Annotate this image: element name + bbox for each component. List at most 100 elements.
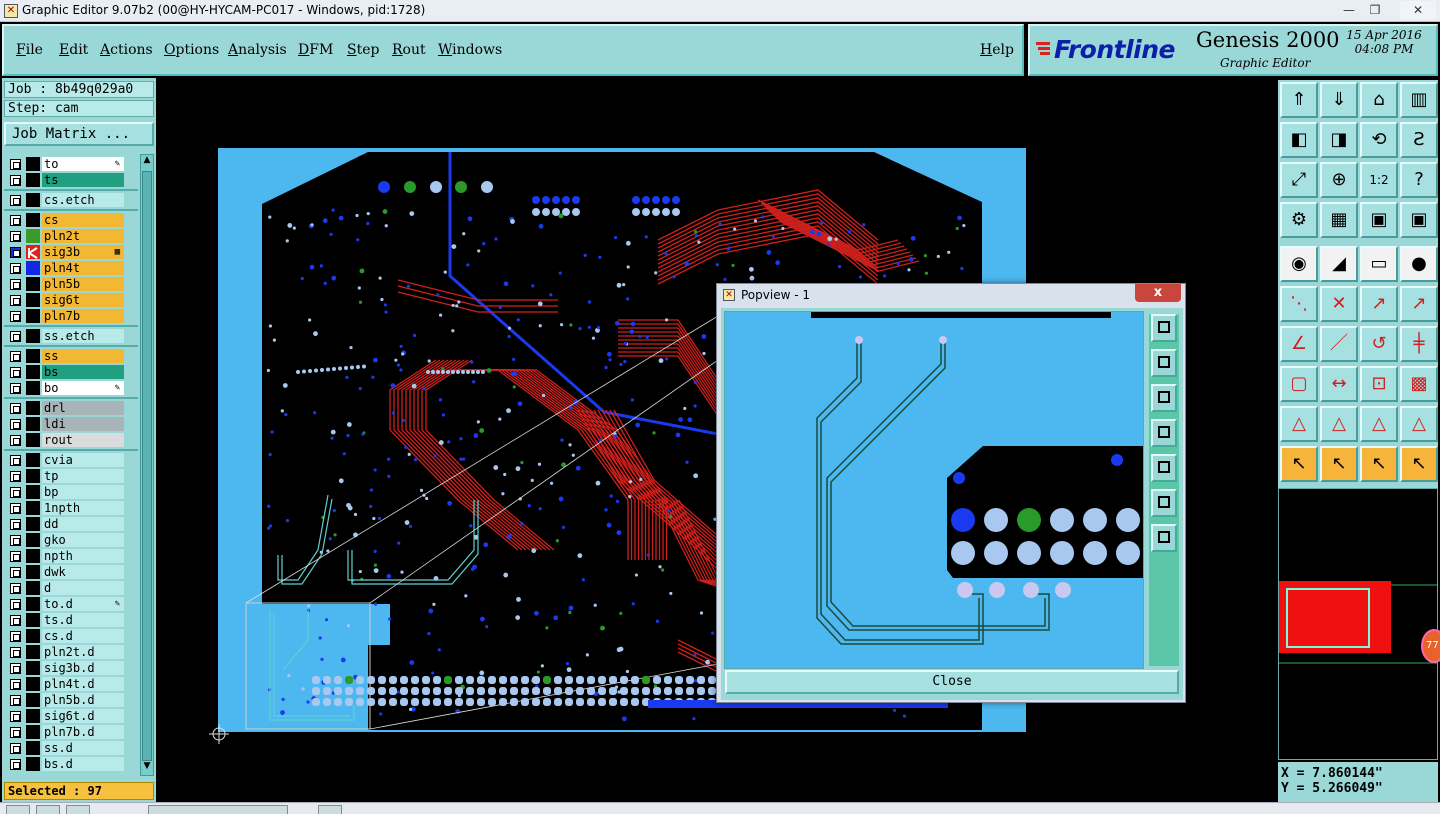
move-node-button[interactable]: ↗	[1360, 286, 1398, 322]
menu-help[interactable]: Help	[980, 42, 1014, 58]
layer-name[interactable]: pln4t.d	[42, 677, 124, 691]
layer-checkbox[interactable]	[10, 695, 21, 706]
layer-checkbox[interactable]	[10, 503, 21, 514]
split-window-button[interactable]: ▥	[1400, 82, 1438, 118]
popview-zoom-in-button[interactable]	[1151, 489, 1177, 517]
layer-row-ss-d[interactable]: ss.d	[4, 740, 138, 756]
group-button[interactable]: ▩	[1400, 366, 1438, 402]
layer-color-swatch[interactable]	[26, 329, 40, 343]
layer-row-gko[interactable]: gko	[4, 532, 138, 548]
snap-left-button[interactable]: ◧	[1280, 122, 1318, 158]
status-tab[interactable]	[318, 805, 342, 814]
layer-color-swatch[interactable]	[26, 565, 40, 579]
layer-row-cs[interactable]: cs	[4, 212, 138, 228]
popview-pan-right-button[interactable]	[1151, 454, 1177, 482]
layer-name[interactable]: ts.d	[42, 613, 124, 627]
layer-checkbox[interactable]	[10, 679, 21, 690]
layer-checkbox[interactable]	[10, 195, 21, 206]
layer-list-scrollbar[interactable]: ▲ ▼	[140, 154, 154, 776]
layer-name[interactable]: sig6t.d	[42, 709, 124, 723]
overview-map[interactable]: 77	[1278, 488, 1440, 760]
pad-toggle-button[interactable]: ╪	[1400, 326, 1438, 362]
layer-row-sig3b-d[interactable]: sig3b.d	[4, 660, 138, 676]
layer-color-swatch[interactable]	[26, 401, 40, 415]
status-tab[interactable]	[36, 805, 60, 814]
popview-canvas[interactable]	[724, 311, 1144, 669]
layer-row-bs[interactable]: bs	[4, 364, 138, 380]
menu-rout[interactable]: Rout	[392, 42, 426, 58]
overview-drawing[interactable]	[1279, 489, 1437, 759]
arc-button[interactable]: ↺	[1360, 326, 1398, 362]
layer-name[interactable]: pln4t	[42, 261, 124, 275]
layer-row-ldi[interactable]: ldi	[4, 416, 138, 432]
layer-row-pln4t-d[interactable]: pln4t.d	[4, 676, 138, 692]
scale-1-2-button[interactable]: 1:2	[1360, 162, 1398, 198]
layer-color-swatch[interactable]	[26, 677, 40, 691]
layer-checkbox[interactable]	[10, 435, 21, 446]
layer-color-swatch[interactable]	[26, 741, 40, 755]
layer-row-tp[interactable]: tp	[4, 468, 138, 484]
layer-row-bo[interactable]: bo ✎	[4, 380, 138, 396]
layer-color-swatch[interactable]	[26, 365, 40, 379]
save-button[interactable]: ⇓	[1320, 82, 1358, 118]
popview-dialog[interactable]: ✕ Popview - 1 x Close	[716, 283, 1186, 703]
connect-nodes-button[interactable]: ⋱	[1280, 286, 1318, 322]
menu-analysis[interactable]: Analysis	[228, 42, 287, 58]
status-field[interactable]	[148, 805, 288, 814]
layer-color-swatch[interactable]	[26, 725, 40, 739]
layer-checkbox[interactable]	[10, 615, 21, 626]
layer-row-pln5b-d[interactable]: pln5b.d	[4, 692, 138, 708]
layer-checkbox[interactable]	[10, 583, 21, 594]
layer-name[interactable]: cs	[42, 213, 124, 227]
layer-color-swatch[interactable]	[26, 417, 40, 431]
layer-checkbox[interactable]	[10, 551, 21, 562]
layer-color-swatch[interactable]	[26, 533, 40, 547]
layer-row-sig3b[interactable]: sig3b ▦	[4, 244, 138, 260]
midpoint-button[interactable]: ↔	[1320, 366, 1358, 402]
layer-name[interactable]: bp	[42, 485, 124, 499]
layer-color-swatch[interactable]	[26, 613, 40, 627]
layer-name[interactable]: drl	[42, 401, 124, 415]
layer-name[interactable]: gko	[42, 533, 124, 547]
layer-name[interactable]: pln7b	[42, 309, 124, 323]
layer-color-swatch[interactable]	[26, 501, 40, 515]
layer-checkbox[interactable]	[10, 535, 21, 546]
layer-checkbox[interactable]	[10, 487, 21, 498]
draw-line-button[interactable]: ◢	[1320, 246, 1358, 282]
add-node-button[interactable]: ↗	[1400, 286, 1438, 322]
triangle-node-button[interactable]: △	[1320, 406, 1358, 442]
help-button[interactable]: ?	[1400, 162, 1438, 198]
layer-row-to[interactable]: to ✎	[4, 156, 138, 172]
menu-actions[interactable]: Actions	[100, 42, 153, 58]
scroll-down-arrow-icon[interactable]: ▼	[141, 761, 153, 775]
triangle-edit-button[interactable]: △	[1360, 406, 1398, 442]
layer-name[interactable]: ldi	[42, 417, 124, 431]
layer-name[interactable]: sig3b.d	[42, 661, 124, 675]
layer-color-swatch[interactable]	[26, 693, 40, 707]
popview-pan-up-button[interactable]	[1151, 349, 1177, 377]
menu-step[interactable]: Step	[347, 42, 379, 58]
close-window-button[interactable]: ✕	[1400, 1, 1436, 19]
layer-row-bs-d[interactable]: bs.d	[4, 756, 138, 772]
layer-name[interactable]: rout	[42, 433, 124, 447]
layer-set-red-button[interactable]: ▣	[1400, 202, 1438, 238]
layer-name[interactable]: dwk	[42, 565, 124, 579]
layer-color-swatch[interactable]	[26, 213, 40, 227]
layer-name[interactable]: sig6t	[42, 293, 124, 307]
menu-dfm[interactable]: DFM	[298, 42, 333, 58]
triangle-move-button[interactable]: △	[1400, 406, 1438, 442]
layer-color-swatch[interactable]	[26, 277, 40, 291]
layer-color-swatch[interactable]	[26, 245, 40, 259]
layer-row-pln7b-d[interactable]: pln7b.d	[4, 724, 138, 740]
layer-row-ss[interactable]: ss	[4, 348, 138, 364]
layer-checkbox[interactable]	[10, 419, 21, 430]
layer-row-cs-etch[interactable]: cs.etch	[4, 192, 138, 208]
layer-name[interactable]: ss	[42, 349, 124, 363]
layer-checkbox[interactable]	[10, 231, 21, 242]
layer-name[interactable]: npth	[42, 549, 124, 563]
layer-name[interactable]: d	[42, 581, 124, 595]
layer-name[interactable]: bs.d	[42, 757, 124, 771]
layer-row-pln2t[interactable]: pln2t	[4, 228, 138, 244]
scroll-up-arrow-icon[interactable]: ▲	[141, 155, 153, 169]
layer-checkbox[interactable]	[10, 519, 21, 530]
